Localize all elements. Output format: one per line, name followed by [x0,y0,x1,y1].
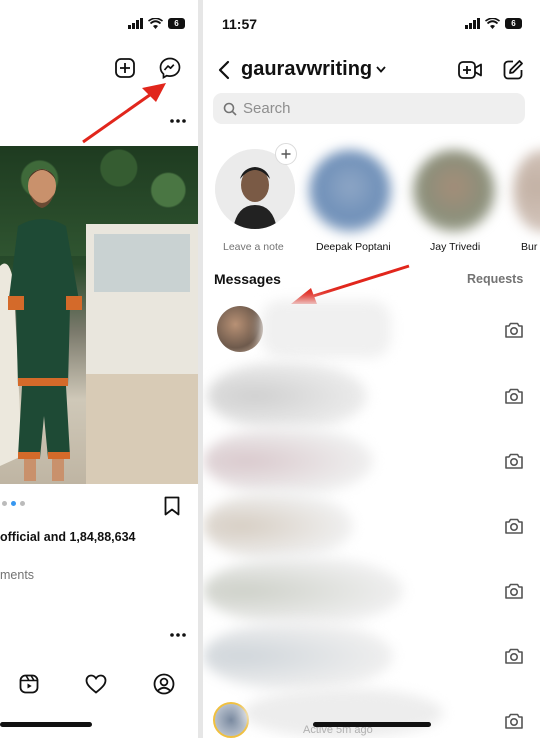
story-avatar-2[interactable] [413,150,495,232]
camera-icon [505,388,523,404]
messenger-icon [159,57,181,79]
likes-count[interactable]: 1,84,88,634 [69,530,135,544]
home-indicator [0,722,92,727]
redaction-blur [207,361,367,431]
status-bar: 6 [0,0,198,40]
camera-button[interactable] [503,581,525,601]
profile-tab[interactable] [152,672,176,696]
camera-icon [505,648,523,664]
person-figure [0,169,82,481]
conversation-avatar [217,306,263,352]
video-call-button[interactable] [457,58,483,82]
search-field[interactable]: Search [213,93,525,124]
activity-tab[interactable] [85,673,107,695]
status-bar: 11:57 6 [203,0,540,40]
redaction-blur [203,621,393,691]
camera-button[interactable] [503,386,525,406]
post-image[interactable] [0,146,198,484]
new-message-button[interactable] [501,58,525,82]
likes-text: official and 1,84,88,634 [0,530,136,544]
reels-icon [19,674,39,694]
new-post-button[interactable] [114,57,136,79]
annotation-arrow [82,83,166,144]
add-note-button[interactable] [275,143,297,165]
back-button[interactable] [215,58,233,82]
camera-icon [505,453,523,469]
feed-panel: 6 official and 1,84,88,634 ments [0,0,198,738]
signal-icon [465,18,480,29]
reels-tab[interactable] [18,673,40,695]
messages-heading: Messages [214,271,281,287]
post-options-button-2[interactable] [168,630,188,640]
camera-icon [505,322,523,338]
conversation-row[interactable] [203,300,540,360]
status-icons: 6 [465,18,522,29]
battery-icon: 6 [505,18,522,29]
chevron-down-icon [376,66,386,73]
story-avatar-3[interactable] [513,150,540,232]
more-dots-icon [170,119,186,123]
conversation-row[interactable] [203,621,540,691]
camera-button[interactable] [503,320,525,340]
requests-link[interactable]: Requests [467,272,523,286]
messages-panel: 11:57 6 gauravwriting Search Leave a not… [203,0,540,738]
status-time: 11:57 [222,16,258,32]
conversation-row[interactable] [203,426,540,496]
camera-icon [505,583,523,599]
redaction-blur [203,426,373,496]
camera-button[interactable] [503,711,525,731]
conversation-row[interactable] [203,556,540,626]
save-button[interactable] [162,496,182,516]
search-icon [223,102,237,116]
battery-icon: 6 [168,18,185,29]
conversation-row[interactable]: Active 5m ago [203,688,540,738]
conversation-avatar [213,702,249,738]
redaction-blur [203,491,353,561]
camera-icon [505,713,523,729]
chevron-left-icon [218,60,230,80]
status-icons: 6 [128,18,185,29]
compose-icon [503,60,523,80]
wifi-icon [148,18,163,29]
video-plus-icon [458,61,482,79]
story-label-note: Leave a note [223,241,284,253]
bookmark-icon [164,496,180,516]
likes-user[interactable]: official and [0,530,69,544]
wifi-icon [485,18,500,29]
redaction-blur [261,300,391,358]
search-placeholder: Search [243,100,291,117]
plus-icon [281,149,291,159]
messenger-button[interactable] [158,56,182,80]
carousel-dots [2,501,25,506]
signal-icon [128,18,143,29]
story-label-1[interactable]: Deepak Poptani [316,241,391,253]
more-dots-icon [170,633,186,637]
camera-button[interactable] [503,516,525,536]
profile-icon [153,673,175,695]
post-options-button[interactable] [168,116,188,126]
story-label-3[interactable]: Bur [521,241,537,253]
username-title: gauravwriting [241,58,373,80]
camera-button[interactable] [503,451,525,471]
camera-icon [505,518,523,534]
plus-square-icon [115,58,135,78]
view-comments-link[interactable]: ments [0,568,34,582]
home-indicator [313,722,431,727]
redaction-blur [203,556,403,626]
camera-button[interactable] [503,646,525,666]
conversation-row[interactable] [203,491,540,561]
story-avatar-1[interactable] [309,150,391,232]
story-label-2[interactable]: Jay Trivedi [430,241,480,253]
account-switcher[interactable]: gauravwriting [241,58,386,81]
heart-icon [85,674,107,694]
conversation-row[interactable] [203,361,540,431]
